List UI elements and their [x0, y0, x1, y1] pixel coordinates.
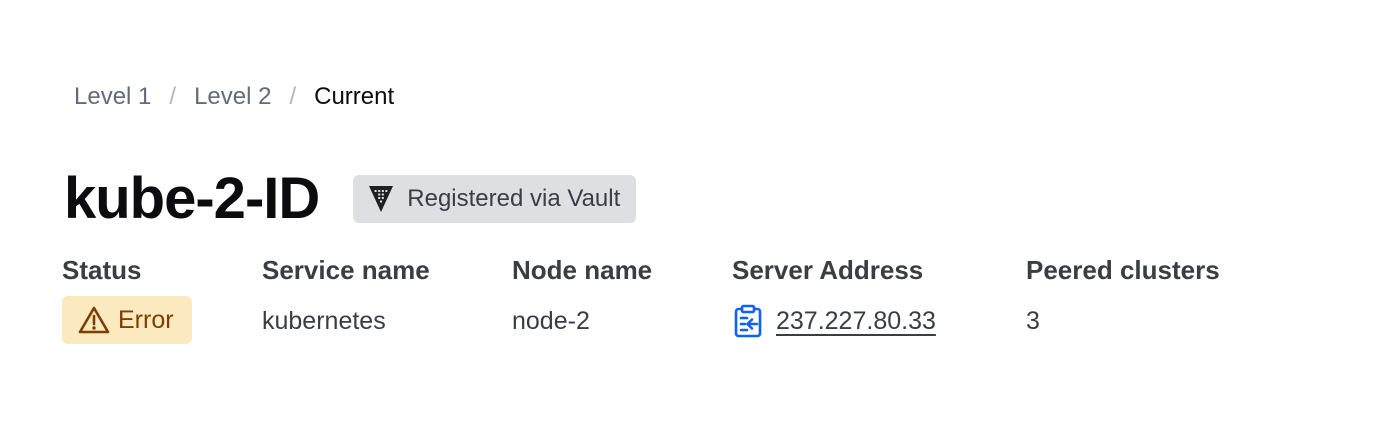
badge-label: Registered via Vault [407, 185, 621, 212]
node-name-column: Node name node-2 [512, 254, 653, 335]
peered-clusters-column: Peered clusters 3 [1026, 254, 1220, 335]
breadcrumb-separator: / [289, 83, 297, 110]
service-name-label: Service name [262, 255, 430, 285]
breadcrumb-item-level-2[interactable]: Level 2 [194, 82, 271, 112]
server-address-value: 237.227.80.33 [732, 304, 936, 338]
status-label: Status [62, 255, 142, 285]
service-name-value: kubernetes [262, 307, 386, 335]
breadcrumb-item-level-1[interactable]: Level 1 [74, 82, 151, 112]
node-name-value: node-2 [512, 307, 590, 335]
status-value: Error [118, 305, 174, 334]
service-name-column: Service name kubernetes [262, 254, 430, 335]
server-address-link[interactable]: 237.227.80.33 [776, 306, 936, 336]
registered-via-vault-badge: Registered via Vault [353, 175, 637, 223]
metadata-row: Status Error Service name kubernetes Nod… [0, 254, 1400, 354]
vault-icon [369, 186, 394, 212]
breadcrumb-current: Current [314, 83, 395, 110]
peered-clusters-label: Peered clusters [1026, 255, 1220, 285]
page-title: kube-2-ID [64, 166, 320, 231]
alert-triangle-icon [78, 305, 110, 335]
server-address-label: Server Address [732, 255, 924, 285]
status-badge: Error [62, 296, 192, 344]
peered-clusters-value: 3 [1026, 307, 1040, 335]
clipboard-copy-icon[interactable] [732, 304, 764, 338]
page: Level 1 / Level 2 / Current kube-2-ID Re… [0, 0, 1400, 424]
node-name-label: Node name [512, 255, 653, 285]
status-column: Status Error [62, 254, 192, 344]
server-address-column: Server Address 237.227.80.33 [732, 254, 936, 338]
breadcrumb-separator: / [169, 83, 177, 110]
title-row: kube-2-ID Registered via Vault [64, 166, 637, 232]
breadcrumb: Level 1 / Level 2 / Current [74, 82, 394, 112]
